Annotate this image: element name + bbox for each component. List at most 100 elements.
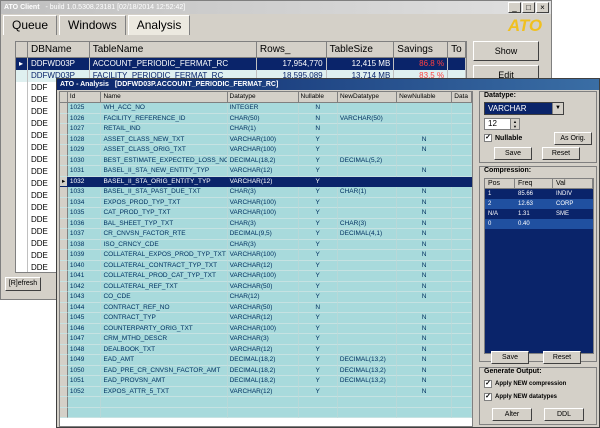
checkmark-icon[interactable]: ✓: [484, 134, 492, 142]
column-row[interactable]: 1030 BEST_ESTIMATE_EXPECTED_LOSS_NO DECIMA…: [60, 155, 472, 166]
as-orig-button[interactable]: As Orig.: [554, 132, 592, 145]
header-to[interactable]: To: [448, 42, 466, 57]
column-row[interactable]: 1040 COLLATERAL_CONTRACT_TYP_TXT VARCHAR(1…: [60, 260, 472, 271]
header-pos[interactable]: Pos: [485, 179, 515, 188]
column-row[interactable]: 1038 ISO_CRNCY_CDE CHAR(3) Y N: [60, 239, 472, 250]
column-row[interactable]: 1026 FACILITY_REFERENCE_ID CHAR(50) N VARCHA…: [60, 113, 472, 124]
column-row[interactable]: 1041 COLLATERAL_PROD_CAT_TYP_TXT VARCHAR(1…: [60, 271, 472, 282]
row-indicator: [16, 238, 28, 250]
header-savings[interactable]: Savings: [394, 42, 449, 57]
column-row[interactable]: 1028 ASSET_CLASS_NEW_TXT VARCHAR(100) Y N: [60, 134, 472, 145]
stepper-arrows-icon[interactable]: ▲ ▼: [510, 119, 519, 129]
column-row[interactable]: [60, 407, 472, 418]
minimize-icon[interactable]: _: [508, 2, 521, 13]
cell-nullable: Y: [298, 187, 338, 198]
column-row[interactable]: 1048 DEALBOOK_TXT VARCHAR(12) Y N: [60, 344, 472, 355]
cell-newnullable: N: [397, 208, 453, 219]
column-row[interactable]: 1039 COLLATERAL_EXPOS_PROD_TYP_TXT VARCHAR…: [60, 250, 472, 261]
column-row[interactable]: [60, 397, 472, 408]
column-row[interactable]: 1049 EAD_AMT DECIMAL(18,2) Y DECIMAL(13,2) N: [60, 355, 472, 366]
maximize-icon[interactable]: □: [522, 2, 535, 13]
main-tabs: Queue Windows Analysis: [3, 15, 192, 35]
header-dbname[interactable]: DBName: [28, 42, 90, 57]
apply-datatypes-checkbox[interactable]: ✓ Apply NEW datatypes: [484, 393, 557, 401]
cell-id: 1050: [67, 365, 102, 376]
header-newdatatype[interactable]: NewDatatype: [338, 92, 398, 102]
ddl-button[interactable]: DDL: [544, 408, 584, 421]
header-tablename[interactable]: TableName: [90, 42, 257, 57]
header-id[interactable]: Id: [68, 92, 102, 102]
header-rows[interactable]: Rows_: [257, 42, 327, 57]
compression-save-button[interactable]: Save: [491, 351, 529, 364]
cell-nullable: [298, 407, 338, 418]
cell-id: 1030: [67, 155, 102, 166]
checkmark-icon[interactable]: ✓: [484, 380, 492, 388]
cell-datatype: VARCHAR(12): [227, 260, 299, 271]
header-datatype[interactable]: Datatype: [228, 92, 299, 102]
row-indicator: [60, 250, 68, 261]
compression-reset-button[interactable]: Reset: [543, 351, 581, 364]
alter-button[interactable]: Alter: [492, 408, 532, 421]
compression-row[interactable]: N/A 1.31 SME: [485, 209, 593, 219]
column-row[interactable]: 1045 CONTRACT_TYP VARCHAR(12) Y N: [60, 313, 472, 324]
tab-analysis[interactable]: Analysis: [127, 15, 191, 35]
close-icon[interactable]: ×: [536, 2, 549, 13]
apply-compression-checkbox[interactable]: ✓ Apply NEW compression: [484, 380, 566, 388]
column-row[interactable]: 1033 BASEL_II_STA_PAST_DUE_TXT CHAR(3) Y CHA…: [60, 187, 472, 198]
header-data[interactable]: Data: [452, 92, 472, 102]
tab-windows[interactable]: Windows: [59, 15, 126, 35]
column-row[interactable]: 1043 CO_CDE CHAR(12) Y N: [60, 292, 472, 303]
column-row[interactable]: 1047 CRM_MTHD_DESCR VARCHAR(3) Y N: [60, 334, 472, 345]
column-row[interactable]: 1034 EXPOS_PROD_TYP_TXT VARCHAR(100) Y N: [60, 197, 472, 208]
cell-datatype: CHAR(1): [227, 124, 299, 135]
column-row[interactable]: 1051 EAD_PROVSN_AMT DECIMAL(18,2) Y DECIMAL(…: [60, 376, 472, 387]
column-row[interactable]: 1037 CR_CNVSN_FACTOR_RTE DECIMAL(9,5) Y DECI…: [60, 229, 472, 240]
show-button[interactable]: Show: [473, 41, 539, 61]
datatype-select[interactable]: VARCHAR ▼: [484, 102, 564, 115]
cell-name: EXPOS_PROD_TYP_TXT: [101, 197, 228, 208]
row-pointer-icon: ▸: [60, 176, 68, 187]
cell-nullable: Y: [298, 218, 338, 229]
cell-newnullable: [397, 124, 453, 135]
datatype-save-button[interactable]: Save: [494, 147, 532, 160]
cell-data: [452, 113, 472, 124]
checkmark-icon[interactable]: ✓: [484, 393, 492, 401]
column-row[interactable]: 1046 COUNTERPARTY_ORIG_TXT VARCHAR(100) Y N: [60, 323, 472, 334]
row-indicator: [60, 155, 68, 166]
column-row[interactable]: 1044 CONTRACT_REF_NO VARCHAR(50) N: [60, 302, 472, 313]
column-row[interactable]: 1036 BAL_SHEET_TYP_TXT CHAR(3) Y CHAR(3) N: [60, 218, 472, 229]
column-row[interactable]: 1050 EAD_PRE_CR_CNVSN_FACTOR_AMT DECIMAL(1…: [60, 365, 472, 376]
compression-row[interactable]: 1 85.66 INDIV: [485, 189, 593, 199]
column-row[interactable]: ▸ 1032 BASEL_II_STA_ORIG_ENTITY_TYP VARCHAR…: [60, 176, 472, 187]
cell-newdatatype: [337, 145, 398, 156]
table-row[interactable]: ▸ DDFWD03P ACCOUNT_PERIODIC_FERMAT_RC 17,95…: [16, 58, 466, 70]
length-stepper[interactable]: 12 ▲ ▼: [484, 118, 520, 130]
header-newnullable[interactable]: NewNullable: [397, 92, 453, 102]
nullable-checkbox[interactable]: ✓ Nullable: [484, 134, 522, 142]
cell-data: [452, 197, 472, 208]
tab-queue[interactable]: Queue: [3, 15, 58, 35]
cell-tablesize: 12,415 MB: [326, 58, 395, 70]
compression-row[interactable]: 0 0.40: [485, 219, 593, 229]
header-val[interactable]: Val: [553, 179, 593, 188]
column-row[interactable]: 1035 CAT_PROD_TYP_TXT VARCHAR(100) Y N: [60, 208, 472, 219]
header-nullable[interactable]: Nullable: [299, 92, 338, 102]
column-row[interactable]: 1031 BASEL_II_STA_NEW_ENTITY_TYP VARCHAR(1…: [60, 166, 472, 177]
cell-name: BASEL_II_STA_NEW_ENTITY_TYP: [101, 166, 228, 177]
header-freq[interactable]: Freq: [515, 179, 553, 188]
cell-nullable: Y: [298, 260, 338, 271]
column-row[interactable]: 1029 ASSET_CLASS_ORIG_TXT VARCHAR(100) Y N: [60, 145, 472, 156]
cell-datatype: DECIMAL(18,2): [227, 365, 299, 376]
datatype-reset-button[interactable]: Reset: [542, 147, 580, 160]
column-row[interactable]: 1025 WH_ACC_NO INTEGER N: [60, 103, 472, 114]
row-indicator: [16, 226, 28, 238]
column-row[interactable]: 1052 EXPOS_ATTR_5_TXT VARCHAR(12) Y N: [60, 386, 472, 397]
header-name[interactable]: Name: [101, 92, 228, 102]
column-row[interactable]: 1027 RETAIL_IND CHAR(1) N: [60, 124, 472, 135]
chevron-down-icon[interactable]: ▼: [552, 103, 563, 114]
compression-row[interactable]: 2 12.63 CORP: [485, 199, 593, 209]
cell-nullable: Y: [298, 239, 338, 250]
column-row[interactable]: 1042 COLLATERAL_REF_TXT VARCHAR(50) Y N: [60, 281, 472, 292]
header-tablesize[interactable]: TableSize: [327, 42, 395, 57]
refresh-button[interactable]: [R]efresh: [5, 277, 41, 291]
